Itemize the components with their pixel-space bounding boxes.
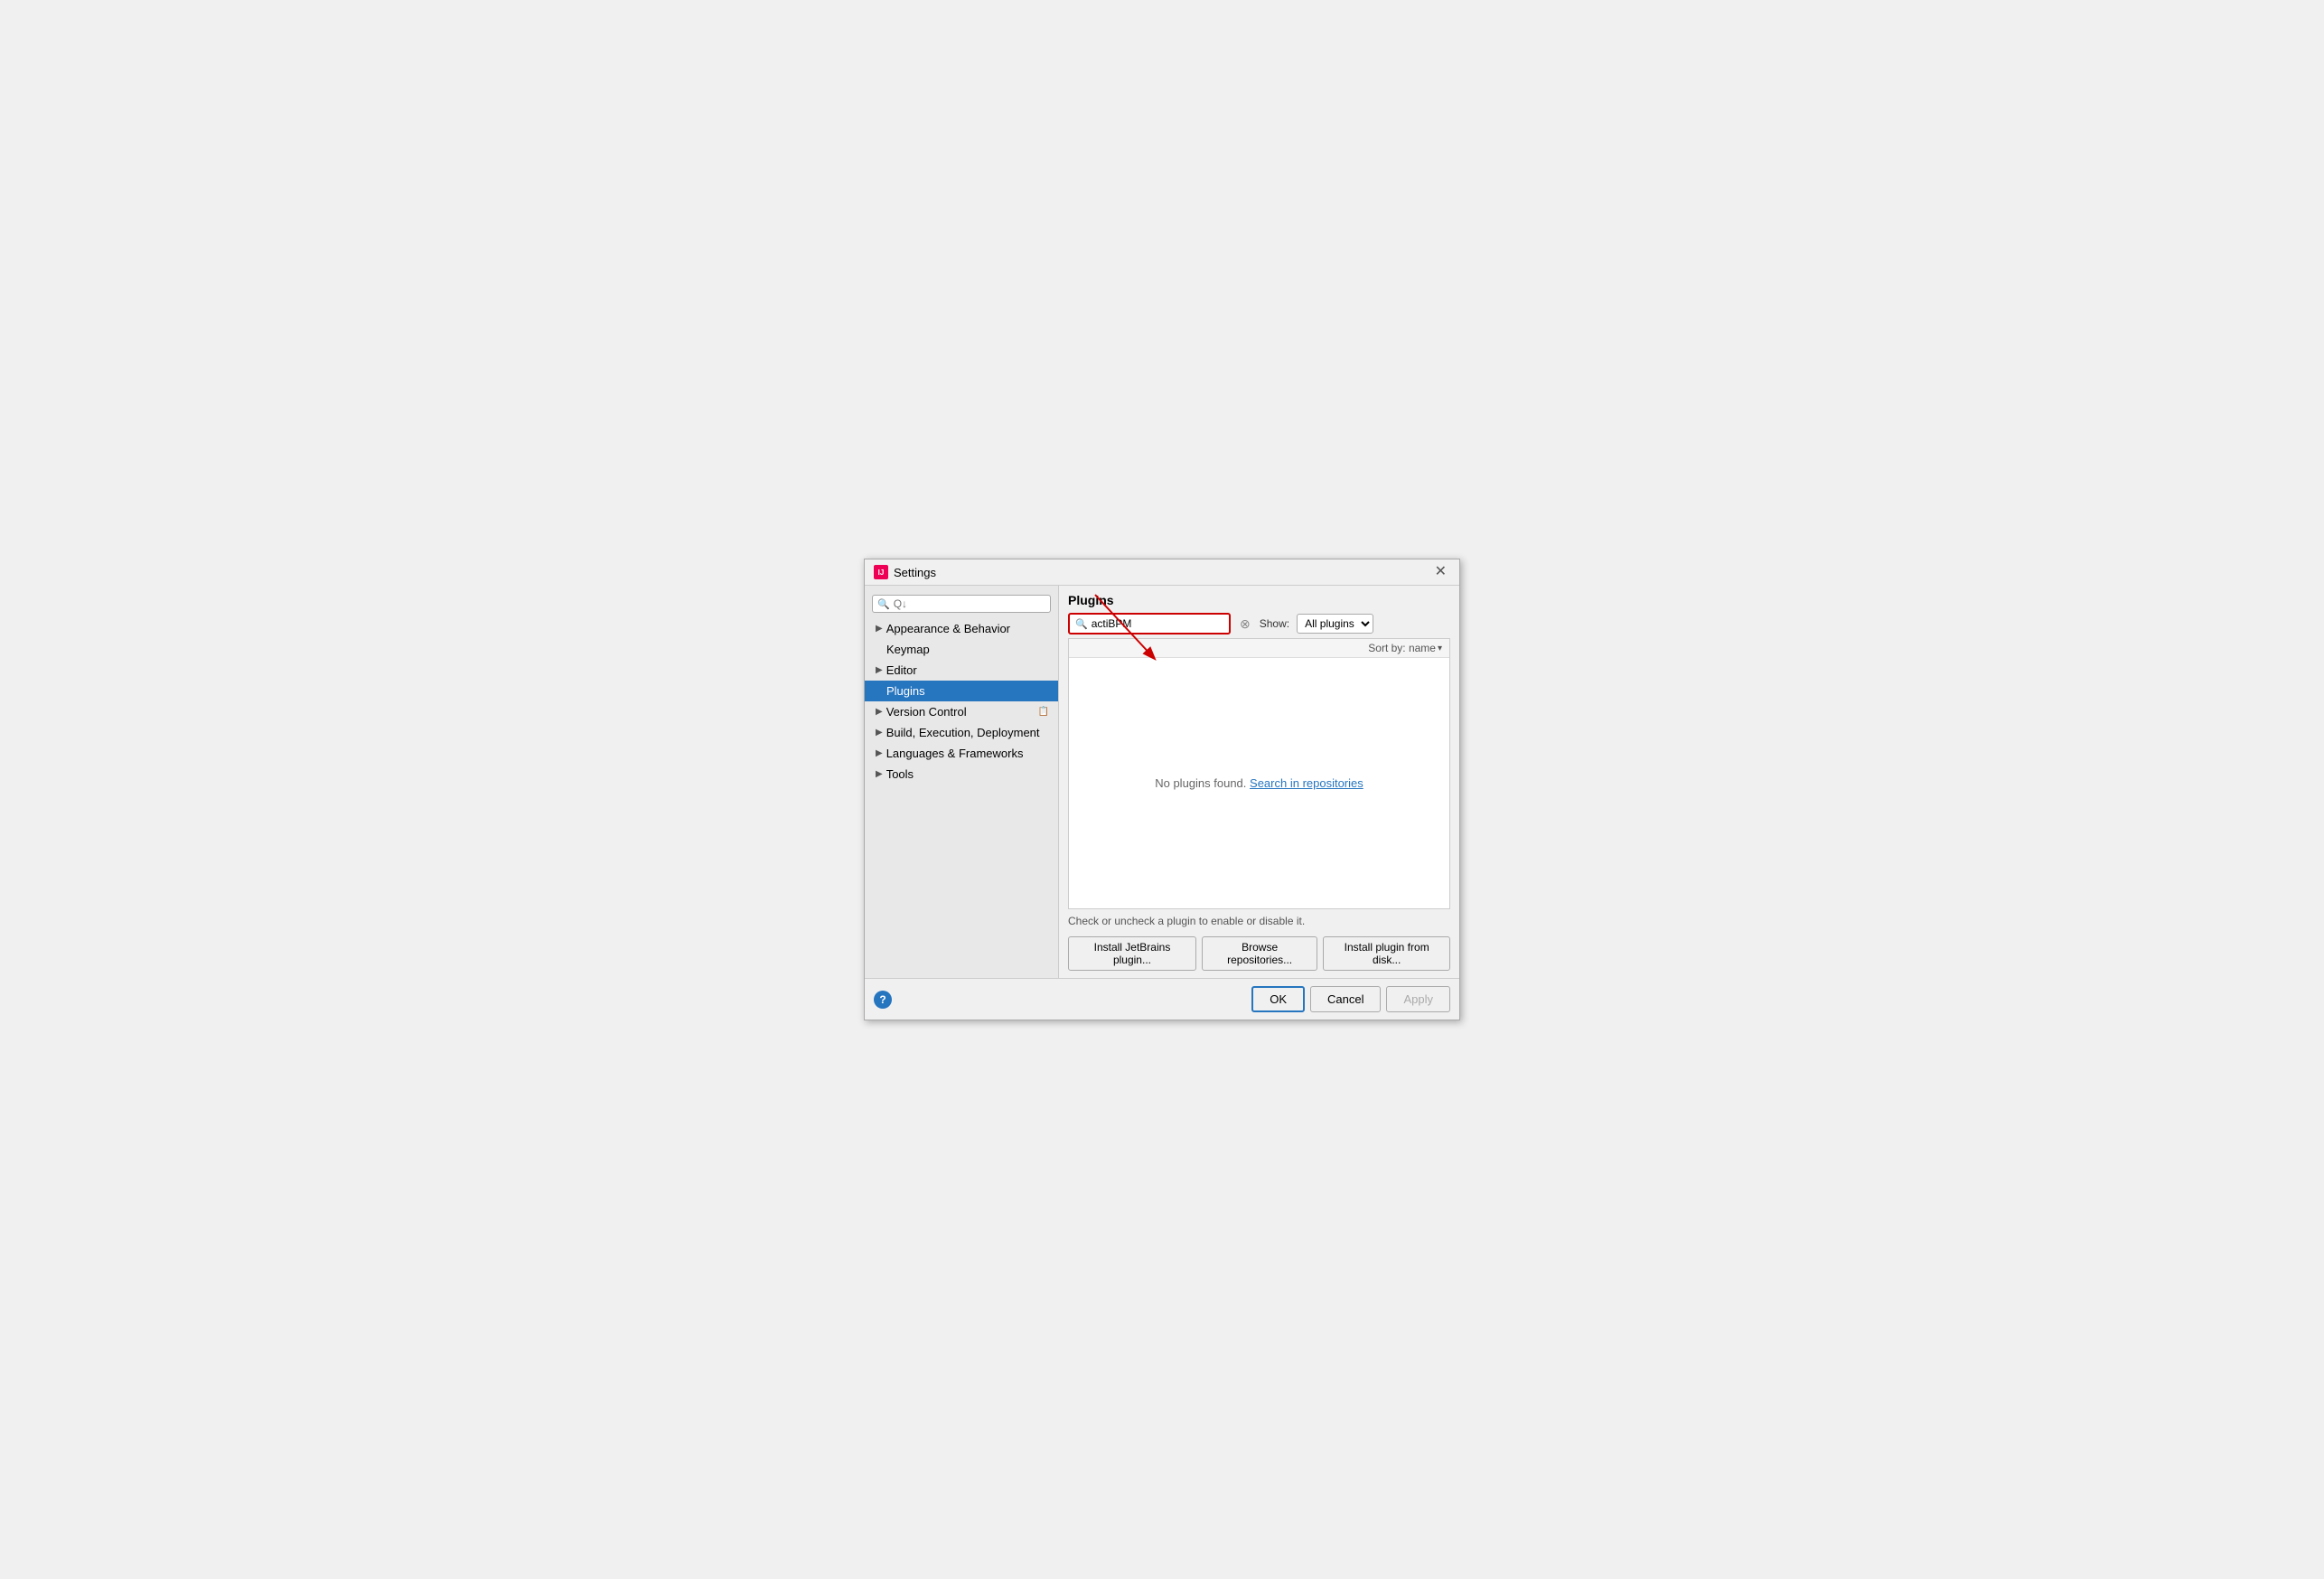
- sidebar-item-label: Keymap: [886, 643, 930, 656]
- sort-arrow-icon: ▾: [1438, 644, 1442, 653]
- arrow-icon: ▶: [876, 728, 883, 738]
- sidebar-item-build-execution[interactable]: ▶ Build, Execution, Deployment: [865, 722, 1058, 743]
- app-icon: IJ: [874, 565, 888, 579]
- plugin-search-bar: 🔍 ⊗ Show: All plugins Enabled Disabled B…: [1068, 613, 1450, 634]
- sidebar-item-appearance-behavior[interactable]: ▶ Appearance & Behavior: [865, 618, 1058, 639]
- arrow-icon: ▶: [876, 624, 883, 634]
- sidebar-search-icon: 🔍: [877, 598, 890, 610]
- sidebar-item-plugins[interactable]: Plugins: [865, 681, 1058, 701]
- sidebar-item-label: Plugins: [886, 684, 925, 698]
- sidebar-item-label: Appearance & Behavior: [886, 622, 1010, 635]
- title-bar-left: IJ Settings: [874, 565, 936, 579]
- sidebar-item-label: Languages & Frameworks: [886, 747, 1024, 760]
- sort-bar: Sort by: name ▾: [1069, 639, 1449, 658]
- search-repositories-link[interactable]: Search in repositories: [1250, 776, 1363, 790]
- arrow-icon: ▶: [876, 665, 883, 675]
- apply-button[interactable]: Apply: [1386, 986, 1450, 1012]
- plugins-title: Plugins: [1068, 593, 1450, 607]
- arrow-icon: ▶: [876, 707, 883, 717]
- sidebar-item-languages-frameworks[interactable]: ▶ Languages & Frameworks: [865, 743, 1058, 764]
- no-results-text: No plugins found. Search in repositories: [1155, 776, 1363, 790]
- sidebar-item-label: Tools: [886, 767, 914, 781]
- show-select[interactable]: All plugins Enabled Disabled Bundled Cus…: [1297, 614, 1373, 634]
- main-content: Plugins 🔍 ⊗ Show: All plugins Enabled Di…: [1059, 586, 1459, 978]
- sidebar-item-label: Build, Execution, Deployment: [886, 726, 1040, 739]
- plugin-buttons: Install JetBrains plugin... Browse repos…: [1068, 936, 1450, 971]
- sidebar-item-tools[interactable]: ▶ Tools: [865, 764, 1058, 785]
- sidebar-search-box[interactable]: 🔍: [872, 595, 1051, 613]
- version-control-icon: 📋: [1038, 707, 1049, 717]
- plugin-list-area: No plugins found. Search in repositories: [1069, 658, 1449, 908]
- sidebar-search-input[interactable]: [894, 597, 1045, 610]
- settings-dialog: IJ Settings ✕ 🔍 ▶ Appearance & Behavior …: [864, 559, 1460, 1020]
- show-label: Show:: [1260, 617, 1289, 630]
- sidebar-item-editor[interactable]: ▶ Editor: [865, 660, 1058, 681]
- footer-left: ?: [874, 991, 892, 1009]
- help-button[interactable]: ?: [874, 991, 892, 1009]
- browse-repositories-button[interactable]: Browse repositories...: [1202, 936, 1317, 971]
- cancel-button[interactable]: Cancel: [1310, 986, 1381, 1012]
- install-disk-button[interactable]: Install plugin from disk...: [1323, 936, 1450, 971]
- arrow-icon: ▶: [876, 748, 883, 758]
- sort-label: Sort by: name: [1368, 642, 1436, 654]
- clear-search-button[interactable]: ⊗: [1238, 616, 1252, 632]
- dialog-body: 🔍 ▶ Appearance & Behavior Keymap ▶ Edito…: [865, 586, 1459, 978]
- close-button[interactable]: ✕: [1431, 565, 1450, 579]
- sidebar-item-version-control[interactable]: ▶ Version Control 📋: [865, 701, 1058, 722]
- sidebar-item-label: Editor: [886, 663, 917, 677]
- dialog-footer: ? OK Cancel Apply: [865, 978, 1459, 1020]
- title-bar: IJ Settings ✕: [865, 559, 1459, 586]
- annotation-area: 🔍 ⊗ Show: All plugins Enabled Disabled B…: [1068, 613, 1450, 638]
- plugin-search-box[interactable]: 🔍: [1068, 613, 1231, 634]
- ok-button[interactable]: OK: [1251, 986, 1305, 1012]
- plugin-search-input[interactable]: [1092, 617, 1223, 630]
- sidebar-item-keymap[interactable]: Keymap: [865, 639, 1058, 660]
- window-title: Settings: [894, 566, 936, 579]
- plugin-search-icon: 🔍: [1075, 618, 1088, 630]
- hint-text: Check or uncheck a plugin to enable or d…: [1068, 915, 1450, 927]
- sidebar: 🔍 ▶ Appearance & Behavior Keymap ▶ Edito…: [865, 586, 1059, 978]
- sidebar-item-label: Version Control: [886, 705, 967, 719]
- arrow-icon: ▶: [876, 769, 883, 779]
- plugin-list-container: Sort by: name ▾ No plugins found. Search…: [1068, 638, 1450, 909]
- footer-right: OK Cancel Apply: [1251, 986, 1450, 1012]
- install-jetbrains-button[interactable]: Install JetBrains plugin...: [1068, 936, 1196, 971]
